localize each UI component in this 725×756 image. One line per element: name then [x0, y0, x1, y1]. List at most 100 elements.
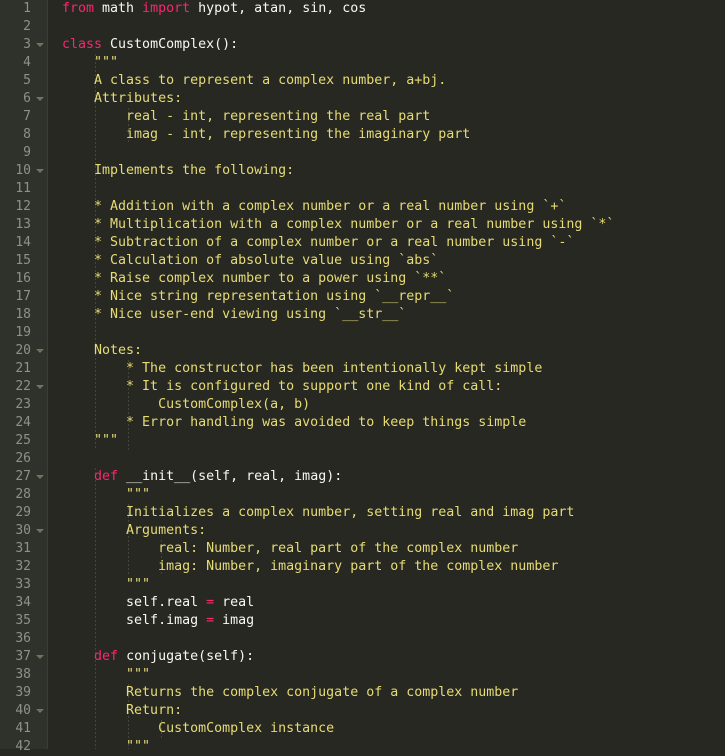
code-line-9[interactable]: [62, 144, 725, 162]
code-line-19[interactable]: [62, 324, 725, 342]
gutter-line-22[interactable]: 22: [0, 378, 48, 396]
code-line-28[interactable]: """: [62, 486, 725, 504]
code-line-20[interactable]: Notes:: [62, 342, 725, 360]
gutter-line-31[interactable]: 31: [0, 540, 48, 558]
code-line-26[interactable]: [62, 450, 725, 468]
gutter-line-5[interactable]: 5: [0, 72, 48, 90]
chevron-down-icon[interactable]: [36, 475, 44, 479]
gutter-line-13[interactable]: 13: [0, 216, 48, 234]
code-line-10[interactable]: Implements the following:: [62, 162, 725, 180]
code-line-42[interactable]: """: [62, 738, 725, 749]
gutter-line-33[interactable]: 33: [0, 576, 48, 594]
gutter-line-20[interactable]: 20: [0, 342, 48, 360]
line-number: 12: [15, 199, 31, 214]
gutter-line-42[interactable]: 42: [0, 738, 48, 756]
chevron-down-icon[interactable]: [36, 529, 44, 533]
gutter-line-1[interactable]: 1: [0, 0, 48, 18]
gutter-line-8[interactable]: 8: [0, 126, 48, 144]
gutter-line-30[interactable]: 30: [0, 522, 48, 540]
code-line-30[interactable]: Arguments:: [62, 522, 725, 540]
gutter-line-2[interactable]: 2: [0, 18, 48, 36]
code-line-40[interactable]: Return:: [62, 702, 725, 720]
gutter-line-15[interactable]: 15: [0, 252, 48, 270]
chevron-down-icon[interactable]: [36, 43, 44, 47]
gutter-line-28[interactable]: 28: [0, 486, 48, 504]
code-line-25[interactable]: """: [62, 432, 725, 450]
gutter-line-40[interactable]: 40: [0, 702, 48, 720]
gutter-line-17[interactable]: 17: [0, 288, 48, 306]
code-line-8[interactable]: imag - int, representing the imaginary p…: [62, 126, 725, 144]
code-line-37[interactable]: def conjugate(self):: [62, 648, 725, 666]
gutter-line-14[interactable]: 14: [0, 234, 48, 252]
gutter-line-10[interactable]: 10: [0, 162, 48, 180]
chevron-down-icon[interactable]: [36, 349, 44, 353]
gutter-line-37[interactable]: 37: [0, 648, 48, 666]
code-editor[interactable]: 1 2 3 4 5 6 7 8 9 10 11 12 13 14 15 16 17 18 19 20 21 22 23 24 2…: [0, 0, 725, 754]
gutter-line-36[interactable]: 36: [0, 630, 48, 648]
code-line-22[interactable]: * It is configured to support one kind o…: [62, 378, 725, 396]
code-line-3[interactable]: class CustomComplex():: [62, 36, 725, 54]
code-line-18[interactable]: * Nice user-end viewing using `__str__`: [62, 306, 725, 324]
code-line-34[interactable]: self.real = real: [62, 594, 725, 612]
gutter-line-21[interactable]: 21: [0, 360, 48, 378]
gutter-line-24[interactable]: 24: [0, 414, 48, 432]
chevron-down-icon[interactable]: [36, 709, 44, 713]
gutter-line-4[interactable]: 4: [0, 54, 48, 72]
gutter-line-27[interactable]: 27: [0, 468, 48, 486]
code-line-14[interactable]: * Subtraction of a complex number or a r…: [62, 234, 725, 252]
gutter-line-34[interactable]: 34: [0, 594, 48, 612]
code-line-7[interactable]: real - int, representing the real part: [62, 108, 725, 126]
gutter-line-41[interactable]: 41: [0, 720, 48, 738]
code-line-21[interactable]: * The constructor has been intentionally…: [62, 360, 725, 378]
gutter-line-6[interactable]: 6: [0, 90, 48, 108]
code-line-36[interactable]: [62, 630, 725, 648]
chevron-down-icon[interactable]: [36, 385, 44, 389]
gutter-line-19[interactable]: 19: [0, 324, 48, 342]
code-line-23[interactable]: CustomComplex(a, b): [62, 396, 725, 414]
gutter-line-7[interactable]: 7: [0, 108, 48, 126]
gutter-line-29[interactable]: 29: [0, 504, 48, 522]
chevron-down-icon[interactable]: [36, 97, 44, 101]
code-line-1[interactable]: from math import hypot, atan, sin, cos: [62, 0, 725, 18]
code-line-33[interactable]: """: [62, 576, 725, 594]
gutter-line-26[interactable]: 26: [0, 450, 48, 468]
code-line-13[interactable]: * Multiplication with a complex number o…: [62, 216, 725, 234]
code-line-41[interactable]: CustomComplex instance: [62, 720, 725, 738]
code-line-2[interactable]: [62, 18, 725, 36]
gutter-line-12[interactable]: 12: [0, 198, 48, 216]
code-line-15[interactable]: * Calculation of absolute value using `a…: [62, 252, 725, 270]
code-line-16[interactable]: * Raise complex number to a power using …: [62, 270, 725, 288]
code-line-6[interactable]: Attributes:: [62, 90, 725, 108]
code-line-12[interactable]: * Addition with a complex number or a re…: [62, 198, 725, 216]
code-line-29[interactable]: Initializes a complex number, setting re…: [62, 504, 725, 522]
code-line-24[interactable]: * Error handling was avoided to keep thi…: [62, 414, 725, 432]
chevron-down-icon[interactable]: [36, 655, 44, 659]
code-line-31[interactable]: real: Number, real part of the complex n…: [62, 540, 725, 558]
code-line-5[interactable]: A class to represent a complex number, a…: [62, 72, 725, 90]
code-line-11[interactable]: [62, 180, 725, 198]
code-line-39[interactable]: Returns the complex conjugate of a compl…: [62, 684, 725, 702]
code-line-38[interactable]: """: [62, 666, 725, 684]
code-line-32[interactable]: imag: Number, imaginary part of the comp…: [62, 558, 725, 576]
gutter-line-32[interactable]: 32: [0, 558, 48, 576]
gutter-line-18[interactable]: 18: [0, 306, 48, 324]
gutter-line-23[interactable]: 23: [0, 396, 48, 414]
gutter-line-9[interactable]: 9: [0, 144, 48, 162]
chevron-down-icon[interactable]: [36, 169, 44, 173]
gutter-line-3[interactable]: 3: [0, 36, 48, 54]
gutter-line-39[interactable]: 39: [0, 684, 48, 702]
code-line-17[interactable]: * Nice string representation using `__re…: [62, 288, 725, 306]
gutter-line-35[interactable]: 35: [0, 612, 48, 630]
code-line-27[interactable]: def __init__(self, real, imag):: [62, 468, 725, 486]
code-content-area[interactable]: from math import hypot, atan, sin, cos c…: [48, 0, 725, 749]
line-number-gutter[interactable]: 1 2 3 4 5 6 7 8 9 10 11 12 13 14 15 16 17 18 19 20 21 22 23 24 2…: [0, 0, 48, 754]
line-number: 37: [15, 649, 31, 664]
code-lines[interactable]: from math import hypot, atan, sin, cos c…: [48, 0, 725, 749]
code-line-4[interactable]: """: [62, 54, 725, 72]
gutter-line-25[interactable]: 25: [0, 432, 48, 450]
gutter-line-38[interactable]: 38: [0, 666, 48, 684]
gutter-line-16[interactable]: 16: [0, 270, 48, 288]
line-number: 18: [15, 307, 31, 322]
code-line-35[interactable]: self.imag = imag: [62, 612, 725, 630]
gutter-line-11[interactable]: 11: [0, 180, 48, 198]
